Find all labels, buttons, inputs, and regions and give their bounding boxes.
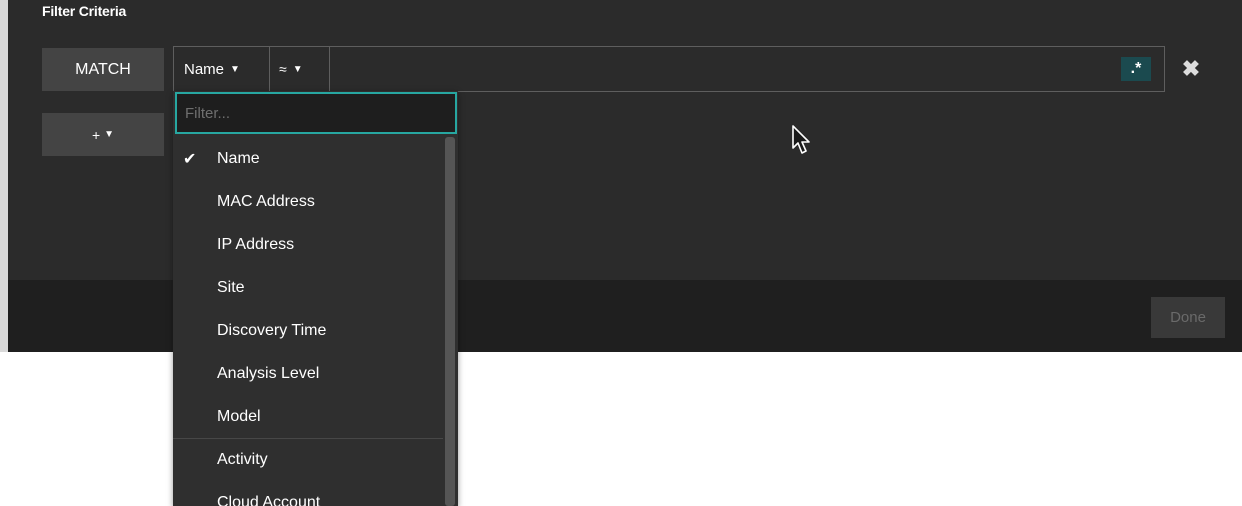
caret-down-icon: ▼ [104,129,115,140]
dropdown-filter-box [175,92,457,134]
dropdown-item-label: Site [217,278,245,296]
operator-select-value: ≈ [279,61,287,77]
field-select-value: Name [184,60,225,78]
caret-down-icon: ▼ [230,63,240,75]
field-dropdown-menu: ✔ Name MAC Address IP Address Site Disco… [173,91,458,506]
dropdown-item-discovery-time[interactable]: Discovery Time [173,309,443,352]
add-label: + [91,126,101,143]
field-select[interactable]: Name ▼ [174,47,270,91]
checkmark-icon: ✔ [183,151,197,168]
dropdown-item-label: Cloud Account [217,493,321,506]
dropdown-item-ip-address[interactable]: IP Address [173,223,443,266]
dropdown-options: ✔ Name MAC Address IP Address Site Disco… [173,137,443,506]
dropdown-item-mac-address[interactable]: MAC Address [173,180,443,223]
criteria-row: Name ▼ ≈ ▼ .* [173,46,1165,92]
add-criteria-button[interactable]: + ▼ [42,113,164,156]
dropdown-item-label: IP Address [217,235,295,253]
match-button[interactable]: MATCH [42,48,164,91]
close-icon[interactable]: ✖ [1178,55,1204,83]
panel-title: Filter Criteria [42,3,127,19]
dropdown-item-activity[interactable]: Activity [173,438,443,481]
dropdown-item-site[interactable]: Site [173,266,443,309]
dropdown-item-model[interactable]: Model [173,395,443,438]
dropdown-item-analysis-level[interactable]: Analysis Level [173,352,443,395]
done-button[interactable]: Done [1151,297,1225,338]
dropdown-item-label: Model [217,407,261,425]
dropdown-item-name[interactable]: ✔ Name [173,137,443,180]
operator-select[interactable]: ≈ ▼ [270,47,330,91]
regex-toggle-button[interactable]: .* [1121,57,1151,81]
caret-down-icon: ▼ [292,63,303,75]
dropdown-item-label: Activity [217,451,268,468]
page-edge [0,0,8,352]
page: Filter Criteria MATCH + ▼ Name ▼ ≈ ▼ .* … [0,0,1242,506]
dropdown-scrollbar[interactable] [445,137,455,506]
mouse-pointer-icon [792,125,810,154]
dropdown-filter-input[interactable] [177,94,455,132]
criteria-value-input[interactable] [330,47,1110,91]
dropdown-item-label: Name [217,149,260,167]
dropdown-item-label: Discovery Time [217,321,327,339]
dropdown-item-label: Analysis Level [217,364,320,382]
dropdown-item-cloud-account[interactable]: Cloud Account [173,481,443,506]
dropdown-item-label: MAC Address [217,192,315,210]
